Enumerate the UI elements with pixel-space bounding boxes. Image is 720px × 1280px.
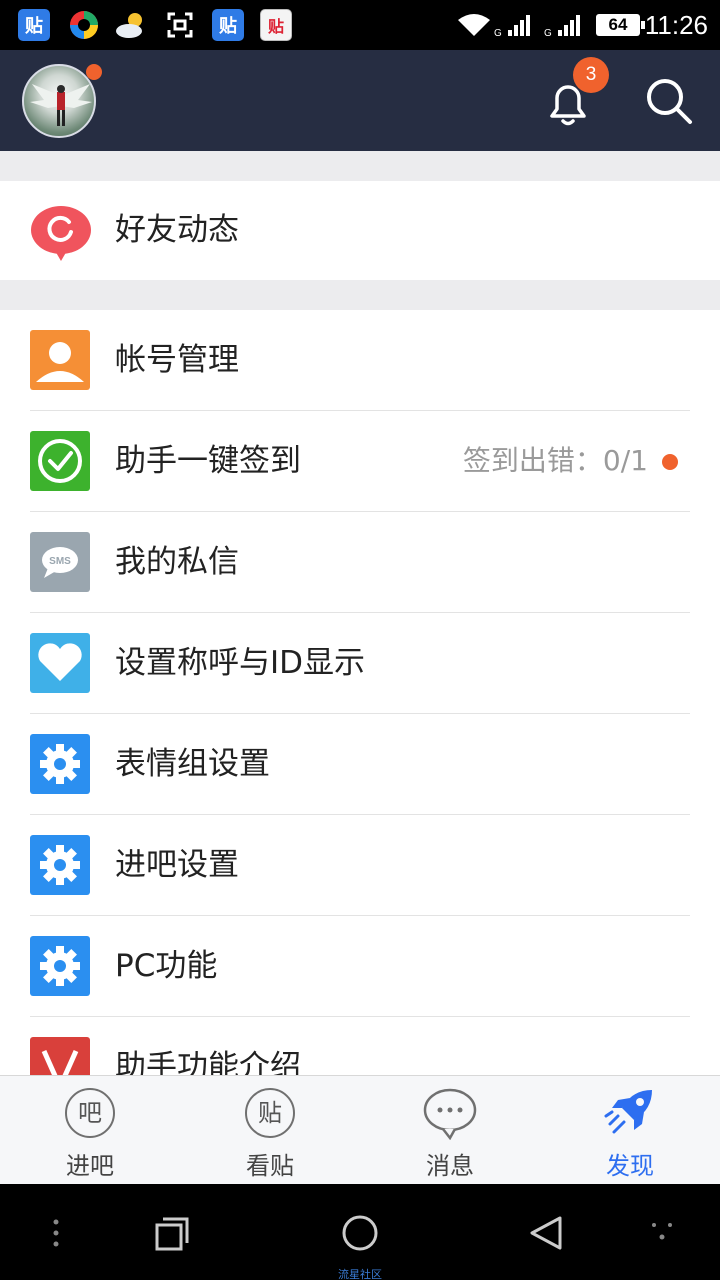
list-item-forum-settings[interactable]: 进吧设置: [0, 815, 720, 916]
svg-text:G: G: [494, 28, 502, 38]
rocket-icon: [602, 1086, 658, 1144]
avatar-unread-dot: [86, 64, 102, 80]
colorful-app-icon: [68, 9, 100, 41]
svg-text:G: G: [544, 28, 552, 38]
screen: 贴 贴 贴 G G 64 11:26 3 好友动态 帐号管理 助手一键签到 签到…: [0, 0, 720, 1280]
list-item-feature-intro[interactable]: 助手功能介绍: [0, 1017, 720, 1075]
list-item-private-messages[interactable]: SMS 我的私信: [0, 512, 720, 613]
tieba-icon: 贴: [18, 9, 50, 41]
home-icon[interactable]: [341, 1214, 379, 1256]
list-item-account[interactable]: 帐号管理: [0, 310, 720, 411]
avatar[interactable]: [22, 64, 96, 138]
app-header: 3: [0, 50, 720, 151]
sms-icon: SMS: [30, 532, 90, 592]
posts-icon: 贴: [245, 1088, 295, 1138]
watermark-caption: 流星社区: [338, 1268, 382, 1280]
tab-view-posts[interactable]: 贴 看贴: [180, 1076, 360, 1185]
forum-icon: 吧: [65, 1088, 115, 1138]
friend-feed-row[interactable]: 好友动态: [0, 181, 720, 280]
list-item-label: 我的私信: [115, 544, 239, 580]
search-icon[interactable]: [644, 76, 694, 126]
menu-dots-icon[interactable]: [50, 1218, 62, 1254]
tab-label: 消息: [426, 1152, 474, 1180]
list-item-pc-features[interactable]: PC功能: [0, 916, 720, 1017]
user-icon: [30, 330, 90, 390]
tab-messages[interactable]: 消息: [360, 1076, 540, 1185]
battery-indicator: 64: [596, 14, 645, 36]
back-icon[interactable]: [527, 1214, 565, 1256]
list-item-label: 帐号管理: [115, 342, 239, 378]
angel-figure-icon: [30, 84, 92, 126]
checkmark-icon: [30, 431, 90, 491]
settings-list: 帐号管理 助手一键签到 签到出错：0/1 SMS 我的私信 设置称呼与ID显示: [0, 310, 720, 1075]
clock: 11:26: [644, 10, 708, 40]
tab-discover[interactable]: 发现: [540, 1076, 720, 1185]
svg-text:SMS: SMS: [49, 556, 71, 567]
v-logo-icon: [30, 1037, 90, 1075]
tieba-alt-icon: 贴: [260, 9, 292, 41]
screenshot-icon: [164, 9, 196, 41]
tab-label: 发现: [606, 1152, 654, 1180]
chat-bubble-icon: [423, 1088, 477, 1144]
recent-apps-icon[interactable]: [154, 1216, 190, 1256]
list-item-label: 助手一键签到: [115, 443, 301, 479]
list-item-label: 进吧设置: [115, 847, 239, 883]
tab-label: 看贴: [246, 1152, 294, 1180]
signal-icon: G: [494, 12, 542, 42]
unread-dot: [662, 454, 678, 470]
gear-icon: [30, 734, 90, 794]
signal-icon: G: [544, 12, 592, 42]
list-item-label: PC功能: [115, 948, 218, 984]
friend-feed-icon: [30, 205, 92, 267]
friend-feed-label: 好友动态: [115, 212, 239, 248]
list-item-auto-signin[interactable]: 助手一键签到 签到出错：0/1: [0, 411, 720, 512]
gear-icon: [30, 936, 90, 996]
heart-icon: [30, 633, 90, 693]
section-gap: [0, 151, 720, 181]
tab-label: 进吧: [66, 1152, 114, 1180]
list-item-nickname-id[interactable]: 设置称呼与ID显示: [0, 613, 720, 714]
tab-enter-forum[interactable]: 吧 进吧: [0, 1076, 180, 1185]
list-item-emoji-settings[interactable]: 表情组设置: [0, 714, 720, 815]
notification-count-badge: 3: [573, 57, 609, 93]
wifi-icon: [456, 12, 492, 42]
weather-sunny-cloud-icon: [114, 9, 150, 41]
status-bar: 贴 贴 贴 G G 64 11:26: [0, 0, 720, 50]
list-item-label: 设置称呼与ID显示: [115, 645, 366, 681]
list-item-label: 助手功能介绍: [115, 1049, 301, 1075]
dots-icon[interactable]: [650, 1222, 676, 1246]
tieba-icon: 贴: [212, 9, 244, 41]
list-item-label: 表情组设置: [115, 746, 270, 782]
signin-status-text: 签到出错：0/1: [462, 444, 648, 477]
bottom-tab-bar: 吧 进吧 贴 看贴 消息 发现: [0, 1075, 720, 1184]
gear-icon: [30, 835, 90, 895]
